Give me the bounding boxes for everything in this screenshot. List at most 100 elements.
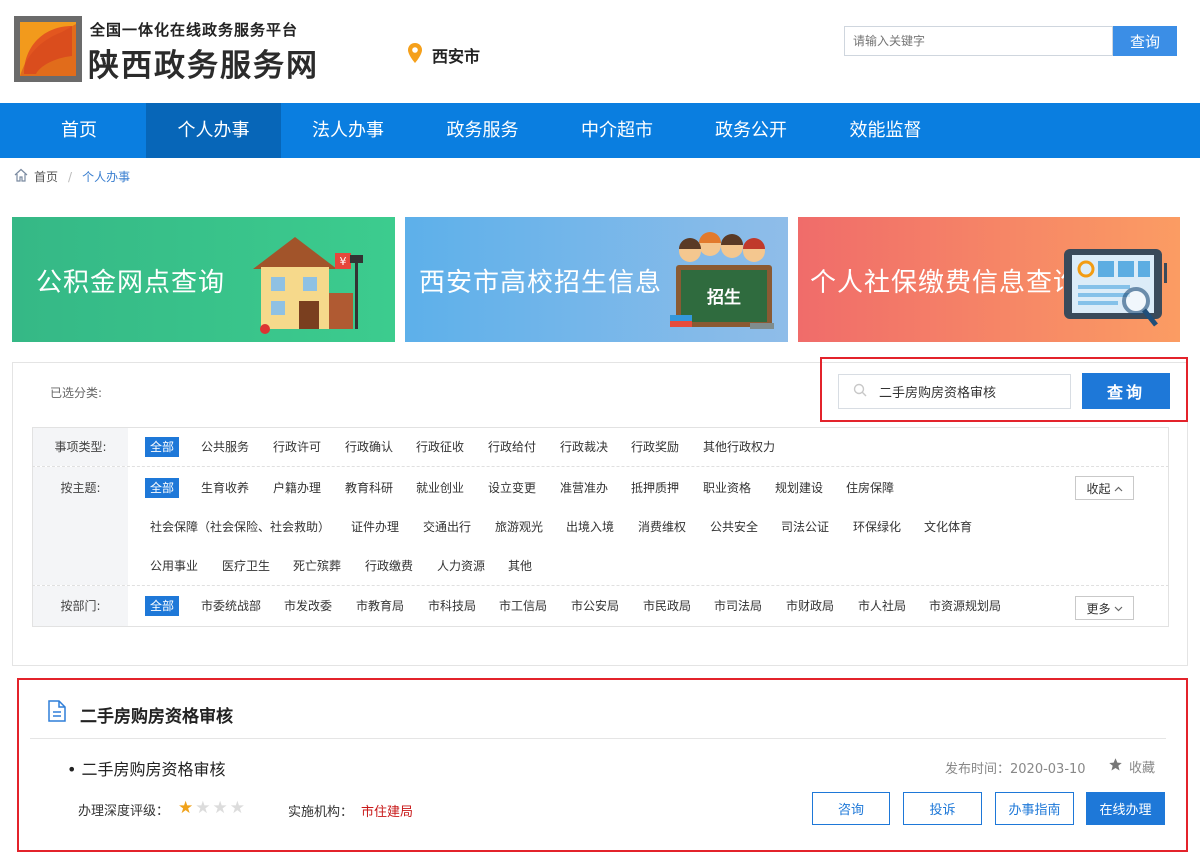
header-search-box[interactable] <box>844 26 1113 56</box>
nav-item-home[interactable]: 首页 <box>12 103 146 158</box>
type-tag[interactable]: 行政裁决 <box>560 437 608 457</box>
dept-tag[interactable]: 市人社局 <box>858 596 906 616</box>
nav-item-personal[interactable]: 个人办事 <box>146 103 281 158</box>
consult-button[interactable]: 咨询 <box>812 792 890 825</box>
publish-date-value: 2020-03-10 <box>1010 762 1086 777</box>
chalkboard-illustration-icon: 招生 <box>670 232 774 329</box>
theme-tag[interactable]: 设立变更 <box>488 478 536 498</box>
theme-tag[interactable]: 抵押质押 <box>631 478 679 498</box>
theme-tag[interactable]: 公用事业 <box>150 556 198 576</box>
theme-tag[interactable]: 生育收养 <box>201 478 249 498</box>
theme-tag[interactable]: 交通出行 <box>423 517 471 537</box>
type-tag[interactable]: 行政确认 <box>345 437 393 457</box>
location-pin-icon <box>408 43 422 67</box>
online-apply-button[interactable]: 在线办理 <box>1086 792 1165 825</box>
theme-tag[interactable]: 职业资格 <box>703 478 751 498</box>
nav-item-legal-person[interactable]: 法人办事 <box>281 103 415 158</box>
dept-tag[interactable]: 市财政局 <box>786 596 834 616</box>
result-item-text: 二手房购房资格审核 <box>81 760 226 779</box>
theme-tag-all[interactable]: 全部 <box>145 478 180 498</box>
theme-tag[interactable]: 其他 <box>508 556 532 576</box>
dept-more-button[interactable]: 更多 <box>1075 596 1134 620</box>
banner-social-insurance[interactable]: 个人社保缴费信息查询 <box>798 217 1180 342</box>
theme-tag[interactable]: 就业创业 <box>416 478 464 498</box>
document-icon <box>48 700 66 725</box>
selected-category-label: 已选分类: <box>50 386 103 400</box>
theme-tag[interactable]: 户籍办理 <box>273 478 321 498</box>
star-empty-icon: ★ <box>195 798 211 818</box>
result-divider <box>30 738 1166 739</box>
more-label: 更多 <box>1086 601 1111 616</box>
tablet-search-illustration-icon <box>1064 249 1167 327</box>
nav-item-gov-disclosure[interactable]: 政务公开 <box>684 103 818 158</box>
nav-item-gov-service[interactable]: 政务服务 <box>415 103 550 158</box>
theme-tag[interactable]: 人力资源 <box>437 556 485 576</box>
favorite-label: 收藏 <box>1129 761 1156 776</box>
theme-tag[interactable]: 医疗卫生 <box>222 556 270 576</box>
nav-item-agency-market[interactable]: 中介超市 <box>550 103 684 158</box>
dept-tag[interactable]: 市发改委 <box>284 596 332 616</box>
star-empty-icon: ★ <box>212 798 228 818</box>
theme-tag[interactable]: 准营准办 <box>560 478 608 498</box>
dept-tag[interactable]: 市资源规划局 <box>929 596 1001 616</box>
theme-tag[interactable]: 旅游观光 <box>495 517 543 537</box>
search-highlight-box <box>820 357 1188 422</box>
house-illustration-icon: ¥ <box>253 237 363 334</box>
dept-tag[interactable]: 市科技局 <box>428 596 476 616</box>
theme-tag[interactable]: 文化体育 <box>924 517 972 537</box>
breadcrumb-separator: / <box>68 169 73 184</box>
star-icon <box>1108 757 1123 776</box>
nav-item-supervision[interactable]: 效能监督 <box>818 103 953 158</box>
dept-tag-all[interactable]: 全部 <box>145 596 180 616</box>
theme-tag[interactable]: 住房保障 <box>846 478 894 498</box>
star-filled-icon: ★ <box>178 798 194 818</box>
breadcrumb-current[interactable]: 个人办事 <box>82 168 130 185</box>
theme-tag[interactable]: 社会保障（社会保险、社会救助） <box>150 517 330 537</box>
chevron-down-icon <box>1114 601 1123 615</box>
theme-tag[interactable]: 教育科研 <box>345 478 393 498</box>
filter-row-divider <box>32 466 1169 467</box>
theme-tag[interactable]: 证件办理 <box>351 517 399 537</box>
theme-tag[interactable]: 死亡殡葬 <box>293 556 341 576</box>
theme-tag[interactable]: 司法公证 <box>781 517 829 537</box>
banner-housing-fund[interactable]: 公积金网点查询 ¥ <box>12 217 395 342</box>
result-item-name[interactable]: • 二手房购房资格审核 <box>67 756 226 780</box>
type-tag[interactable]: 行政给付 <box>488 437 536 457</box>
location-selector[interactable]: 西安市 <box>408 43 480 67</box>
breadcrumb-home[interactable]: 首页 <box>34 168 58 185</box>
complain-button[interactable]: 投诉 <box>903 792 982 825</box>
collapse-label: 收起 <box>1086 481 1111 496</box>
theme-collapse-button[interactable]: 收起 <box>1075 476 1134 500</box>
banner-university-admission[interactable]: 西安市高校招生信息 招生 <box>405 217 788 342</box>
theme-tag[interactable]: 公共安全 <box>710 517 758 537</box>
site-header: 全国一体化在线政务服务平台 陕西政务服务网 西安市 查询 <box>0 0 1200 103</box>
rating-label: 办理深度评级： <box>78 804 170 819</box>
theme-tag[interactable]: 规划建设 <box>775 478 823 498</box>
type-tag[interactable]: 其他行政权力 <box>703 437 775 457</box>
org-name[interactable]: 市住建局 <box>361 801 413 820</box>
site-logo-icon[interactable] <box>14 16 82 82</box>
theme-tag[interactable]: 消费维权 <box>638 517 686 537</box>
type-tag[interactable]: 公共服务 <box>201 437 249 457</box>
type-tag[interactable]: 行政奖励 <box>631 437 679 457</box>
theme-tag[interactable]: 环保绿化 <box>853 517 901 537</box>
theme-tag[interactable]: 出境入境 <box>566 517 614 537</box>
header-search-input[interactable] <box>845 27 1112 55</box>
guide-button[interactable]: 办事指南 <box>995 792 1074 825</box>
dept-tag[interactable]: 市公安局 <box>571 596 619 616</box>
type-tag-all[interactable]: 全部 <box>145 437 180 457</box>
filter-row-divider <box>32 585 1169 586</box>
dept-tag[interactable]: 市教育局 <box>356 596 404 616</box>
favorite-button[interactable]: 收藏 <box>1108 757 1155 776</box>
header-search-button[interactable]: 查询 <box>1113 26 1177 56</box>
breadcrumb: 首页 / 个人办事 <box>14 168 130 185</box>
banner-housing-fund-text: 公积金网点查询 <box>36 268 226 298</box>
theme-tag[interactable]: 行政缴费 <box>365 556 413 576</box>
dept-tag[interactable]: 市工信局 <box>499 596 547 616</box>
dept-tag[interactable]: 市委统战部 <box>201 596 261 616</box>
type-tag[interactable]: 行政许可 <box>273 437 321 457</box>
type-tag[interactable]: 行政征收 <box>416 437 464 457</box>
dept-tag[interactable]: 市民政局 <box>643 596 691 616</box>
dept-tag[interactable]: 市司法局 <box>714 596 762 616</box>
star-empty-icon: ★ <box>229 798 245 818</box>
